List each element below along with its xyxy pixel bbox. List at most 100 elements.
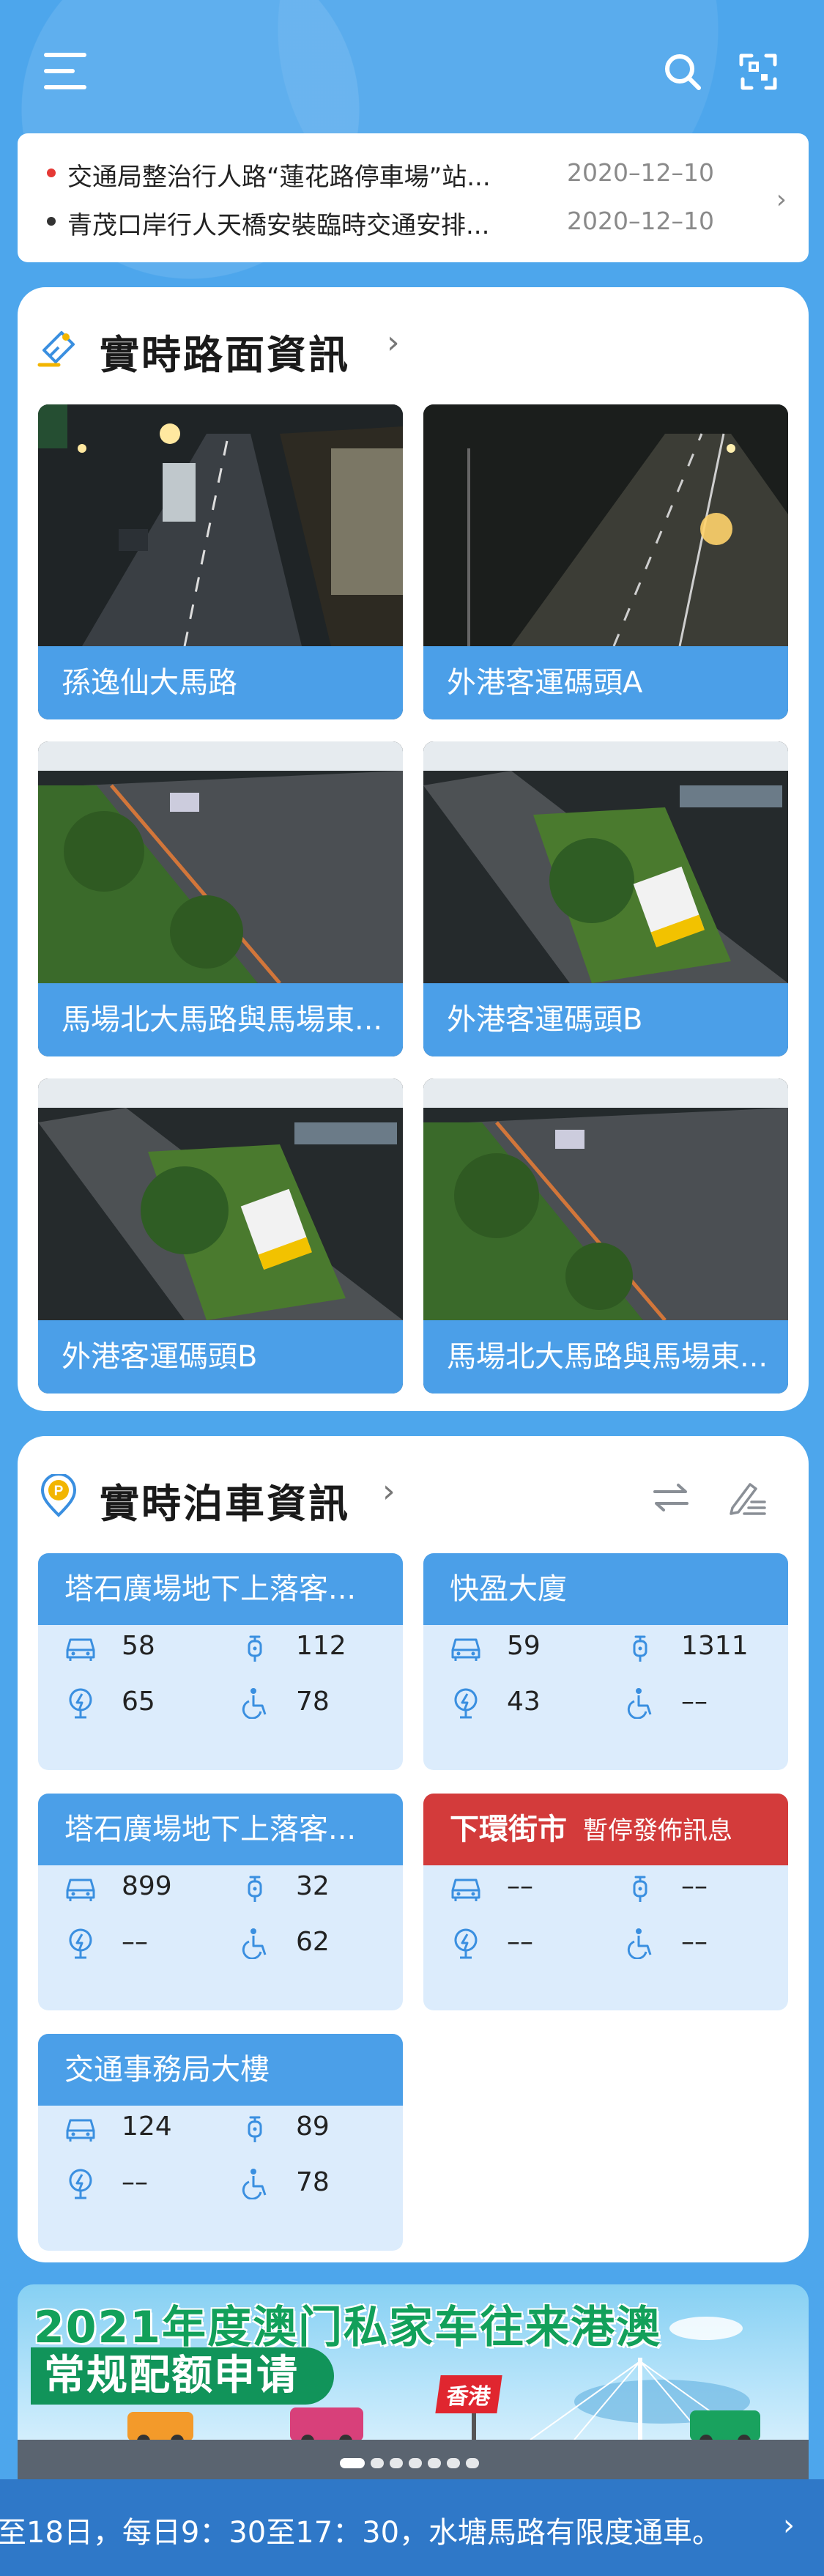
parking-stat-car: 899 [63,1868,231,1905]
road-info-card: 實時路面資訊 › 孫逸仙大馬路 外港客運碼頭A 馬場北大馬路與馬場東... 外港… [18,287,809,1411]
parking-stat-value: 32 [296,1871,330,1901]
parking-lot-tile[interactable]: 塔石廣場地下上落客... 58 112 65 78 [38,1553,403,1770]
parking-lot-name: 下環街市 暫停發佈訊息 [423,1794,788,1865]
carousel-dot[interactable] [390,2458,403,2468]
parking-lot-title: 交通事務局大樓 [64,2053,270,2087]
camera-tile[interactable]: 外港客運碼頭B [38,1078,403,1394]
edit-list-icon[interactable] [727,1477,768,1518]
camera-name: 孫逸仙大馬路 [38,646,403,719]
parking-stat-ev: 65 [63,1684,231,1720]
camera-icon [37,331,75,367]
parking-stat-moto: –– [623,1868,788,1905]
news-date: 2020–12–10 [567,158,714,187]
parking-info-card: P 實時泊車資訊 › 塔石廣場地下上落客... 58 112 65 78 快盈大廈 59 13… [18,1436,809,2262]
promo-banner[interactable]: 2021年度澳门私家车往来港澳 常规配额申请 香港 [18,2284,809,2479]
banner-subtitle: 常规配额申请 [31,2347,334,2405]
wheelchair-icon [627,1928,652,1959]
parking-stat-value: 124 [122,2111,172,2142]
news-item[interactable]: 青茂口岸行人天橋安裝臨時交通安排... 2020–12–10 [18,198,750,242]
wheelchair-icon [627,1688,652,1719]
parking-stat-ev: –– [63,1924,231,1961]
camera-tile[interactable]: 孫逸仙大馬路 [38,404,403,719]
parking-lot-tile[interactable]: 塔石廣場地下上落客... 899 32 –– 62 [38,1794,403,2010]
motorcycle-icon [633,1635,647,1662]
parking-stat-disabled: –– [623,1684,788,1720]
camera-snapshot [423,404,788,646]
carousel-dot[interactable] [466,2458,479,2468]
chevron-right-icon[interactable]: › [387,324,400,361]
scan-icon[interactable] [737,50,781,94]
chevron-right-icon[interactable]: › [783,2509,795,2542]
camera-tile[interactable]: 外港客運碼頭B [423,741,788,1056]
hamburger-icon[interactable] [44,53,86,89]
parking-stat-moto: 1311 [623,1628,788,1665]
swap-icon[interactable] [650,1477,691,1518]
car-icon [66,1638,95,1661]
parking-stat-moto: 89 [237,2109,403,2145]
road-info-title: 實時路面資訊 [100,332,350,378]
carousel-dot[interactable] [409,2458,422,2468]
parking-lot-name: 交通事務局大樓 [38,2034,403,2106]
news-date: 2020–12–10 [567,207,714,235]
parking-lot-tile[interactable]: 快盈大廈 59 1311 43 –– [423,1553,788,1770]
motorcycle-icon [248,2116,262,2142]
news-panel[interactable]: 交通局整治行人路“蓮花路停車場”站... 2020–12–10 青茂口岸行人天橋… [18,133,809,262]
parking-lot-tile[interactable]: 下環街市 暫停發佈訊息 –– –– –– –– [423,1794,788,2010]
camera-tile[interactable]: 外港客運碼頭A [423,404,788,719]
parking-stat-disabled: 78 [237,1684,403,1720]
ev-charging-icon [69,1688,92,1719]
parking-stat-disabled: 62 [237,1924,403,1961]
carousel-dot[interactable] [447,2458,460,2468]
carousel-dot[interactable] [371,2458,384,2468]
camera-name: 外港客運碼頭B [38,1320,403,1394]
banner-title: 2021年度澳门私家车往来港澳 [34,2302,661,2353]
parking-stat-value: 899 [122,1871,172,1901]
camera-snapshot [423,1078,788,1320]
parking-stat-value: –– [507,1871,533,1901]
parking-stat-value: 43 [507,1687,541,1717]
parking-lot-tile[interactable]: 交通事務局大樓 124 89 –– 78 [38,2034,403,2251]
parking-stat-moto: 112 [237,1628,403,1665]
search-icon[interactable] [661,50,705,94]
ticker-text: 至18日，每日9：30至17：30，水塘馬路有限度通車。 [0,2516,722,2550]
parking-stat-value: –– [681,1927,708,1957]
car-icon [66,2119,95,2142]
chevron-right-icon[interactable]: › [776,185,787,215]
motorcycle-icon [248,1876,262,1902]
motorcycle-icon [633,1876,647,1902]
wheelchair-icon [242,1928,267,1959]
camera-tile[interactable]: 馬場北大馬路與馬場東... [423,1078,788,1394]
chevron-right-icon[interactable]: › [382,1473,396,1510]
carousel-dots[interactable] [340,2457,530,2470]
ev-charging-icon [454,1928,478,1959]
parking-lot-title: 快盈大廈 [450,1572,567,1606]
news-title: 交通局整治行人路“蓮花路停車場”站... [67,163,491,192]
wheelchair-icon [242,2169,267,2199]
parking-lot-title: 塔石廣場地下上落客... [64,1572,357,1606]
news-item[interactable]: 交通局整治行人路“蓮花路停車場”站... 2020–12–10 [18,149,750,193]
parking-stat-value: 112 [296,1631,346,1661]
parking-lot-title: 塔石廣場地下上落客... [64,1813,357,1846]
top-bar [0,0,824,139]
parking-info-header[interactable]: P 實時泊車資訊 › [18,1436,809,1527]
news-bullet [47,217,56,226]
svg-text:P: P [54,1484,64,1499]
parking-stat-value: 62 [296,1927,330,1957]
parking-lot-status: 暫停發佈訊息 [583,1816,732,1846]
parking-stat-value: 58 [122,1631,155,1661]
camera-tile[interactable]: 馬場北大馬路與馬場東... [38,741,403,1056]
announcement-ticker[interactable]: 至18日，每日9：30至17：30，水塘馬路有限度通車。 › [0,2479,824,2576]
parking-stat-value: 78 [296,1687,330,1717]
carousel-dot[interactable] [428,2458,441,2468]
parking-lot-name: 塔石廣場地下上落客... [38,1794,403,1865]
carousel-dot[interactable] [340,2458,365,2468]
camera-name: 外港客運碼頭A [423,646,788,719]
camera-snapshot [38,741,403,983]
parking-stat-value: –– [681,1871,708,1901]
parking-stat-value: 78 [296,2167,330,2197]
parking-stat-ev: –– [63,2164,231,2201]
road-info-header[interactable]: 實時路面資訊 › [18,287,809,378]
parking-stat-value: –– [507,1927,533,1957]
camera-snapshot [38,404,403,646]
parking-stat-value: 65 [122,1687,155,1717]
